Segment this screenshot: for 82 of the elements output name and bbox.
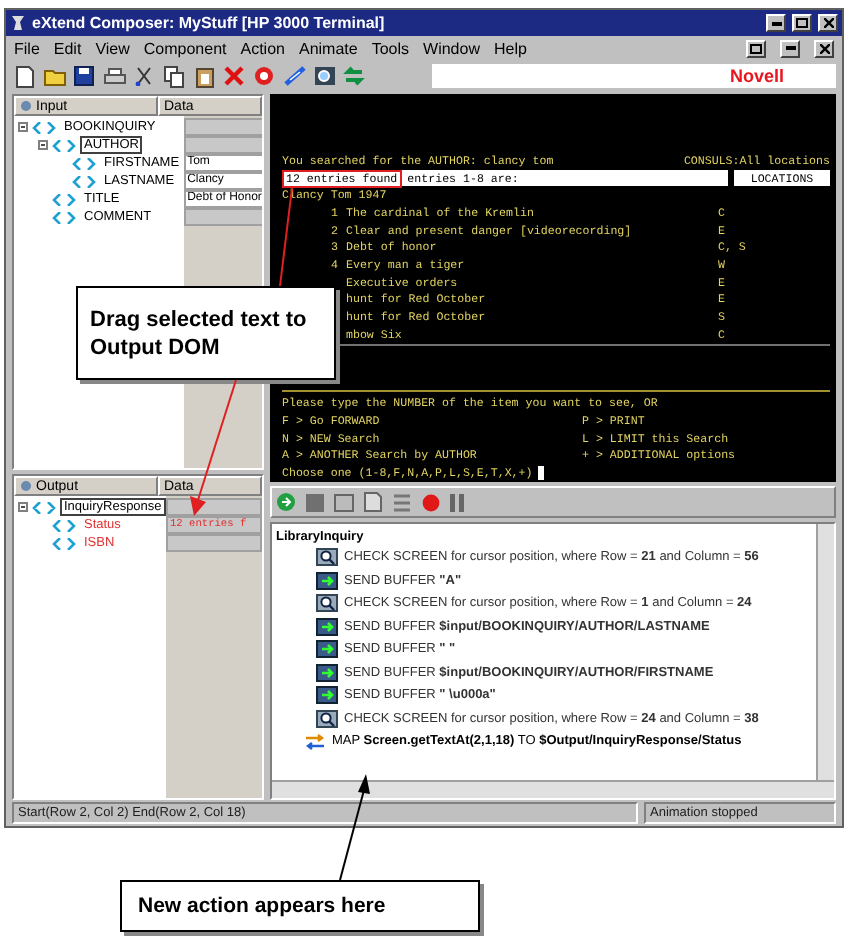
open-button[interactable] [42,64,66,88]
folder-icon [43,67,65,85]
tag-icon [52,519,76,531]
close-icon [823,18,833,28]
screen-search-button[interactable] [312,64,336,88]
tag-icon [32,501,56,513]
minimize-button[interactable] [780,39,800,57]
input-icon [20,100,32,112]
magnifier-icon [313,66,335,86]
tag-icon [52,537,76,549]
text-cursor [538,466,545,481]
new-button[interactable] [12,64,36,88]
collapse-icon[interactable] [18,502,28,512]
menu-item[interactable]: Tools [371,39,410,57]
menu-item[interactable]: Animate [298,39,358,57]
collapse-icon[interactable] [18,122,28,132]
app-icon [10,14,26,32]
arrow [190,379,237,516]
delete-icon [224,66,244,86]
link-icon [283,66,305,86]
connect-button[interactable] [282,64,306,88]
square-icon [306,493,324,511]
record-icon [422,493,440,511]
data-cell [183,136,262,154]
magnifier-icon [316,594,338,613]
restore-icon [750,43,762,53]
maximize-button[interactable] [792,14,812,32]
tag-icon [52,193,76,205]
callout-text: New action appears here [138,894,386,918]
close-button[interactable] [814,39,834,57]
menu-item[interactable]: Edit [53,39,82,57]
tag-icon [32,121,56,133]
screen-arrow-icon [316,640,338,659]
swap-arrows-icon [342,66,366,86]
scissors-icon [134,66,154,86]
maximize-icon [796,18,808,28]
brand-logo: Novell [729,66,784,86]
map-arrows-icon [304,733,326,750]
list-icon [392,493,412,511]
close-button[interactable] [818,14,838,32]
pause-icon [450,493,464,511]
restore-button[interactable] [746,39,766,57]
copy-button[interactable] [162,64,186,88]
output-icon [20,480,32,492]
record-icon [254,66,274,86]
menu-item[interactable]: Action [240,39,285,57]
callout-text: Drag selected text to Output DOM [90,305,309,361]
tag-icon [72,157,96,169]
screen-icon [334,493,354,511]
cut-button[interactable] [132,64,156,88]
window-title: eXtend Composer: MyStuff [HP 3000 Terminal] [32,14,387,32]
printer-icon [103,67,125,85]
clipboard-icon [195,65,213,87]
menu-item[interactable]: File [14,39,40,57]
magnifier-icon [316,709,338,728]
collapse-icon[interactable] [38,140,48,150]
horizontal-scrollbar[interactable] [272,780,834,798]
minimize-icon [785,46,795,50]
record-button[interactable] [252,64,276,88]
tag-icon [72,175,96,187]
close-icon [819,43,829,53]
document-icon [15,65,33,87]
screen-arrow-icon [316,617,338,636]
copy-icon [164,65,184,87]
menu-item[interactable]: View [95,39,130,57]
screen-arrow-icon [316,663,338,682]
minimize-button[interactable] [766,14,786,32]
menu-item[interactable]: Component [143,39,227,57]
menu-item[interactable]: Window [423,39,480,57]
paste-button[interactable] [192,64,216,88]
minimize-icon [771,21,781,25]
screen-arrow-icon [316,686,338,705]
vertical-scrollbar[interactable] [816,524,834,780]
play-icon [276,492,296,512]
document-icon [364,492,382,512]
screen-arrow-icon [316,571,338,590]
menu-item[interactable]: Help [493,39,527,57]
magnifier-icon [316,548,338,567]
save-button[interactable] [72,64,96,88]
tag-icon [52,139,76,151]
tag-icon [52,211,76,223]
print-button[interactable] [102,64,126,88]
